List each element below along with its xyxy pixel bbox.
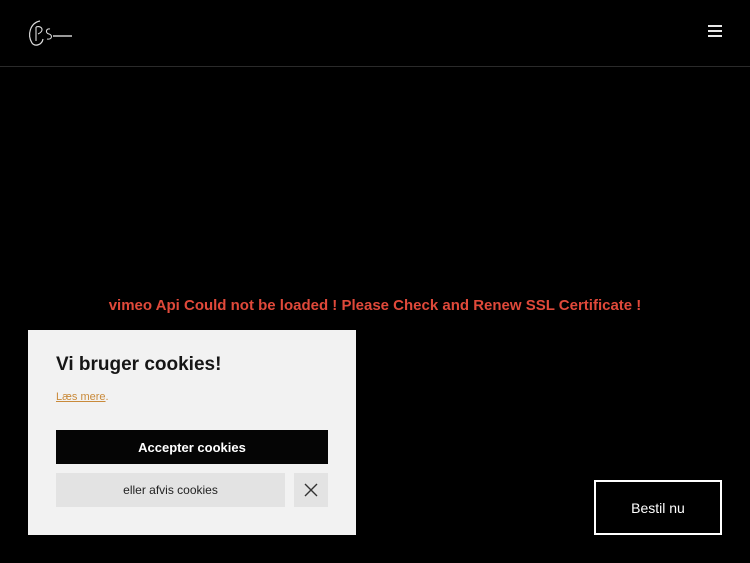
close-icon[interactable] bbox=[294, 473, 328, 507]
logo-mark bbox=[29, 20, 72, 46]
read-more-suffix: . bbox=[105, 391, 109, 403]
video-error-message: vimeo Api Could not be loaded ! Please C… bbox=[108, 297, 642, 314]
order-now-button[interactable]: Bestil nu bbox=[594, 480, 722, 535]
close-glyph bbox=[304, 483, 318, 497]
cookie-banner-title: Vi bruger cookies! bbox=[56, 354, 222, 375]
read-more-link[interactable]: Læs mere bbox=[56, 391, 106, 403]
logo[interactable] bbox=[26, 17, 76, 49]
decline-cookies-button[interactable]: eller afvis cookies bbox=[56, 473, 285, 507]
hamburger-menu-icon[interactable] bbox=[708, 25, 722, 39]
accept-cookies-button[interactable]: Accepter cookies bbox=[56, 430, 328, 464]
read-more-row: Læs mere. bbox=[56, 391, 109, 403]
cookie-consent-banner: Vi bruger cookies! Læs mere. Accepter co… bbox=[28, 330, 356, 535]
top-bar bbox=[0, 0, 750, 67]
